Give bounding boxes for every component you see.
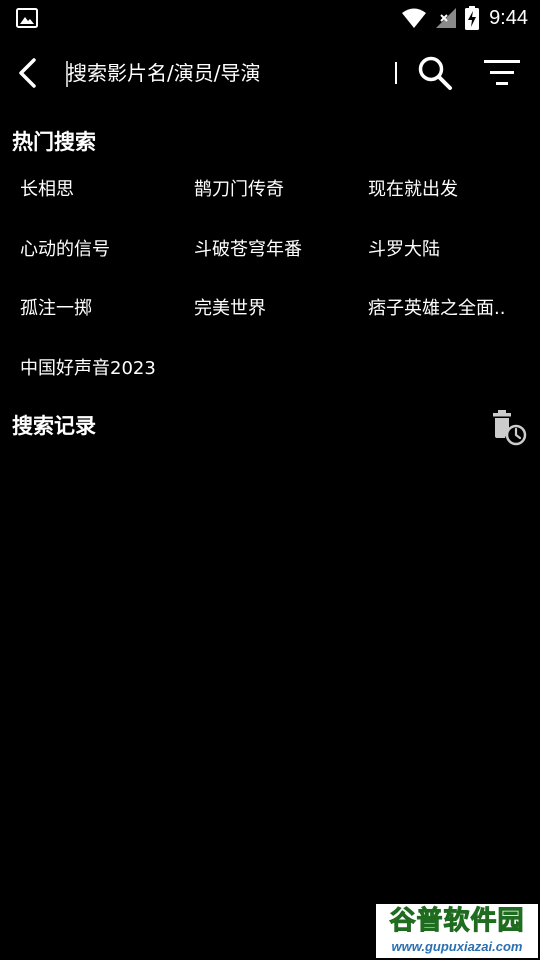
status-icons: 9:44 xyxy=(401,6,528,30)
watermark-logo: 谷普软件园 xyxy=(389,906,525,937)
clear-history-button[interactable] xyxy=(489,408,529,446)
status-time: 9:44 xyxy=(489,6,528,29)
search-input[interactable] xyxy=(64,54,400,92)
filter-icon xyxy=(484,60,520,85)
watermark: 谷普软件园 www.gupuxiazai.com xyxy=(376,904,538,958)
image-icon xyxy=(16,8,38,28)
hot-search-item[interactable]: 心动的信号 xyxy=(20,226,194,286)
signal-icon xyxy=(436,8,457,28)
hot-search-item[interactable]: 现在就出发 xyxy=(368,166,530,226)
watermark-url: www.gupuxiazai.com xyxy=(391,939,523,954)
filter-button[interactable] xyxy=(480,54,524,92)
hot-search-title: 热门搜索 xyxy=(12,130,96,154)
trash-clock-icon xyxy=(493,410,527,446)
wifi-icon xyxy=(402,8,427,28)
status-bar: 9:44 xyxy=(0,0,540,36)
hot-search-item[interactable]: 孤注一掷 xyxy=(20,285,194,345)
search-button[interactable] xyxy=(414,52,456,94)
toolbar xyxy=(0,36,540,110)
hot-search-item[interactable]: 斗破苍穹年番 xyxy=(194,226,368,286)
chevron-left-icon xyxy=(19,58,36,88)
text-cursor xyxy=(66,61,68,87)
back-button[interactable] xyxy=(8,54,46,92)
input-divider xyxy=(395,62,397,84)
search-history-title: 搜索记录 xyxy=(12,414,96,438)
hot-search-item[interactable]: 痞子英雄之全面.. xyxy=(368,285,530,345)
search-icon xyxy=(418,56,452,90)
hot-search-item[interactable]: 鹊刀门传奇 xyxy=(194,166,368,226)
hot-search-item[interactable]: 长相思 xyxy=(20,166,194,226)
battery-charging-icon xyxy=(465,6,480,30)
hot-search-item[interactable]: 中国好声音2023 xyxy=(20,345,194,405)
hot-search-item[interactable]: 斗罗大陆 xyxy=(368,226,530,286)
search-input-wrap xyxy=(64,54,400,92)
hot-search-list: 长相思 鹊刀门传奇 现在就出发 心动的信号 斗破苍穹年番 斗罗大陆 孤注一掷 完… xyxy=(20,166,530,404)
hot-search-item[interactable]: 完美世界 xyxy=(194,285,368,345)
